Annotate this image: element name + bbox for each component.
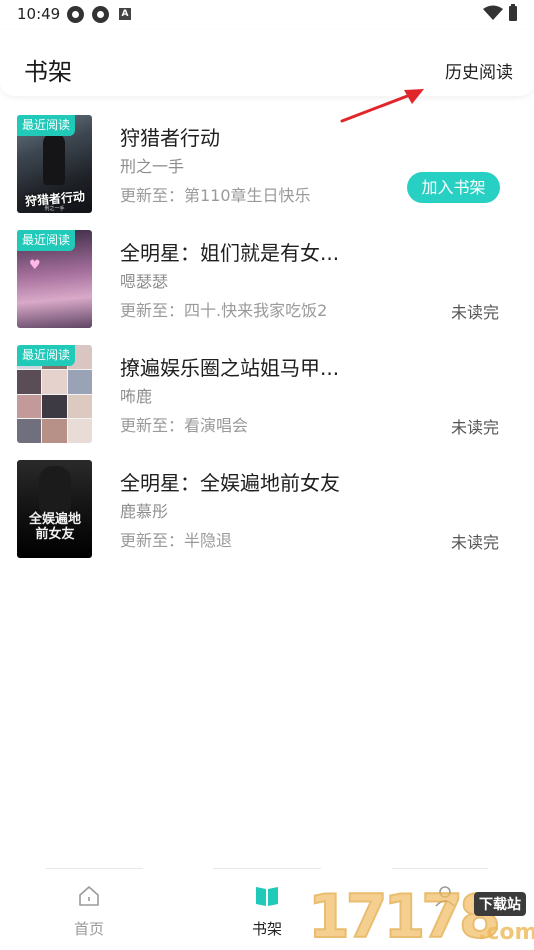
book-item[interactable]: 最近阅读 狩猎者行动 刑之一手 狩猎者行动 刑之一手 更新至：第110章生日快乐… (17, 115, 517, 213)
header: 书架 历史阅读 (0, 30, 534, 96)
book-cover[interactable]: 全娱遍地前女友 (17, 460, 92, 558)
book-update: 更新至：看演唱会 (120, 416, 249, 435)
book-update: 更新至：半隐退 (120, 531, 233, 550)
cover-figure (43, 133, 65, 185)
book-item[interactable]: ♥ 最近阅读 全明星：姐们就是有女... 嗯瑟瑟 更新至：四十.快来我家吃饭2 … (17, 230, 517, 328)
book-author: 鹿慕彤 (120, 502, 169, 521)
recent-reading-tag: 最近阅读 (17, 115, 76, 136)
unread-status: 未读完 (450, 533, 499, 552)
cover-author: 刑之一手 (44, 206, 65, 212)
book-title: 撩遍娱乐圈之站姐马甲... (120, 356, 340, 380)
nav-divider (392, 868, 488, 869)
status-bar: 10:49 A (0, 0, 534, 30)
book-item[interactable]: 全娱遍地前女友 全明星：全娱遍地前女友 鹿慕彤 更新至：半隐退 未读完 (17, 460, 517, 558)
status-time: 10:49 (17, 5, 61, 23)
a-notification-icon: A (119, 8, 131, 20)
cover-figure (39, 466, 71, 512)
wifi-icon (483, 5, 503, 20)
watermark-digits: 17178 (307, 881, 502, 950)
book-cover[interactable]: ♥ 最近阅读 (17, 230, 92, 328)
nav-shelf-label: 书架 (251, 920, 282, 938)
recent-reading-tag: 最近阅读 (17, 230, 76, 251)
watermark-badge: 下载站 (474, 892, 526, 916)
add-to-shelf-button[interactable]: 加入书架 (407, 172, 500, 203)
book-author: 刑之一手 (120, 157, 185, 176)
recent-reading-tag: 最近阅读 (17, 345, 76, 366)
book-cover[interactable]: 最近阅读 (17, 345, 92, 443)
nav-divider (46, 868, 143, 869)
history-reading-link[interactable]: 历史阅读 (445, 58, 513, 83)
book-open-icon (256, 887, 278, 906)
aperture-icon (67, 6, 84, 23)
book-author: 嗯瑟瑟 (120, 272, 169, 291)
book-author: 咘鹿 (120, 387, 153, 406)
nav-shelf[interactable]: 书架 (222, 884, 312, 939)
unread-status: 未读完 (450, 418, 499, 437)
nav-home[interactable]: 首页 (44, 884, 134, 939)
book-update: 更新至：四十.快来我家吃饭2 (120, 301, 328, 320)
home-icon (79, 886, 99, 906)
nav-divider (213, 868, 321, 869)
aperture-icon (92, 6, 109, 23)
page-title: 书架 (24, 58, 72, 86)
book-item[interactable]: 最近阅读 撩遍娱乐圈之站姐马甲... 咘鹿 更新至：看演唱会 未读完 (17, 345, 517, 443)
battery-icon (509, 4, 517, 21)
site-watermark: 17178 下载站 .com (307, 880, 534, 950)
book-title: 全明星：姐们就是有女... (120, 241, 340, 265)
book-title: 全明星：全娱遍地前女友 (120, 471, 340, 495)
book-title: 狩猎者行动 (120, 126, 220, 150)
book-cover[interactable]: 最近阅读 狩猎者行动 刑之一手 (17, 115, 92, 213)
nav-home-label: 首页 (73, 920, 104, 938)
watermark-domain: .com (478, 920, 534, 945)
unread-status: 未读完 (450, 303, 499, 322)
heart-icon: ♥ (29, 258, 41, 273)
book-update: 更新至：第110章生日快乐 (120, 186, 311, 205)
cover-title: 全娱遍地前女友 (28, 512, 81, 542)
